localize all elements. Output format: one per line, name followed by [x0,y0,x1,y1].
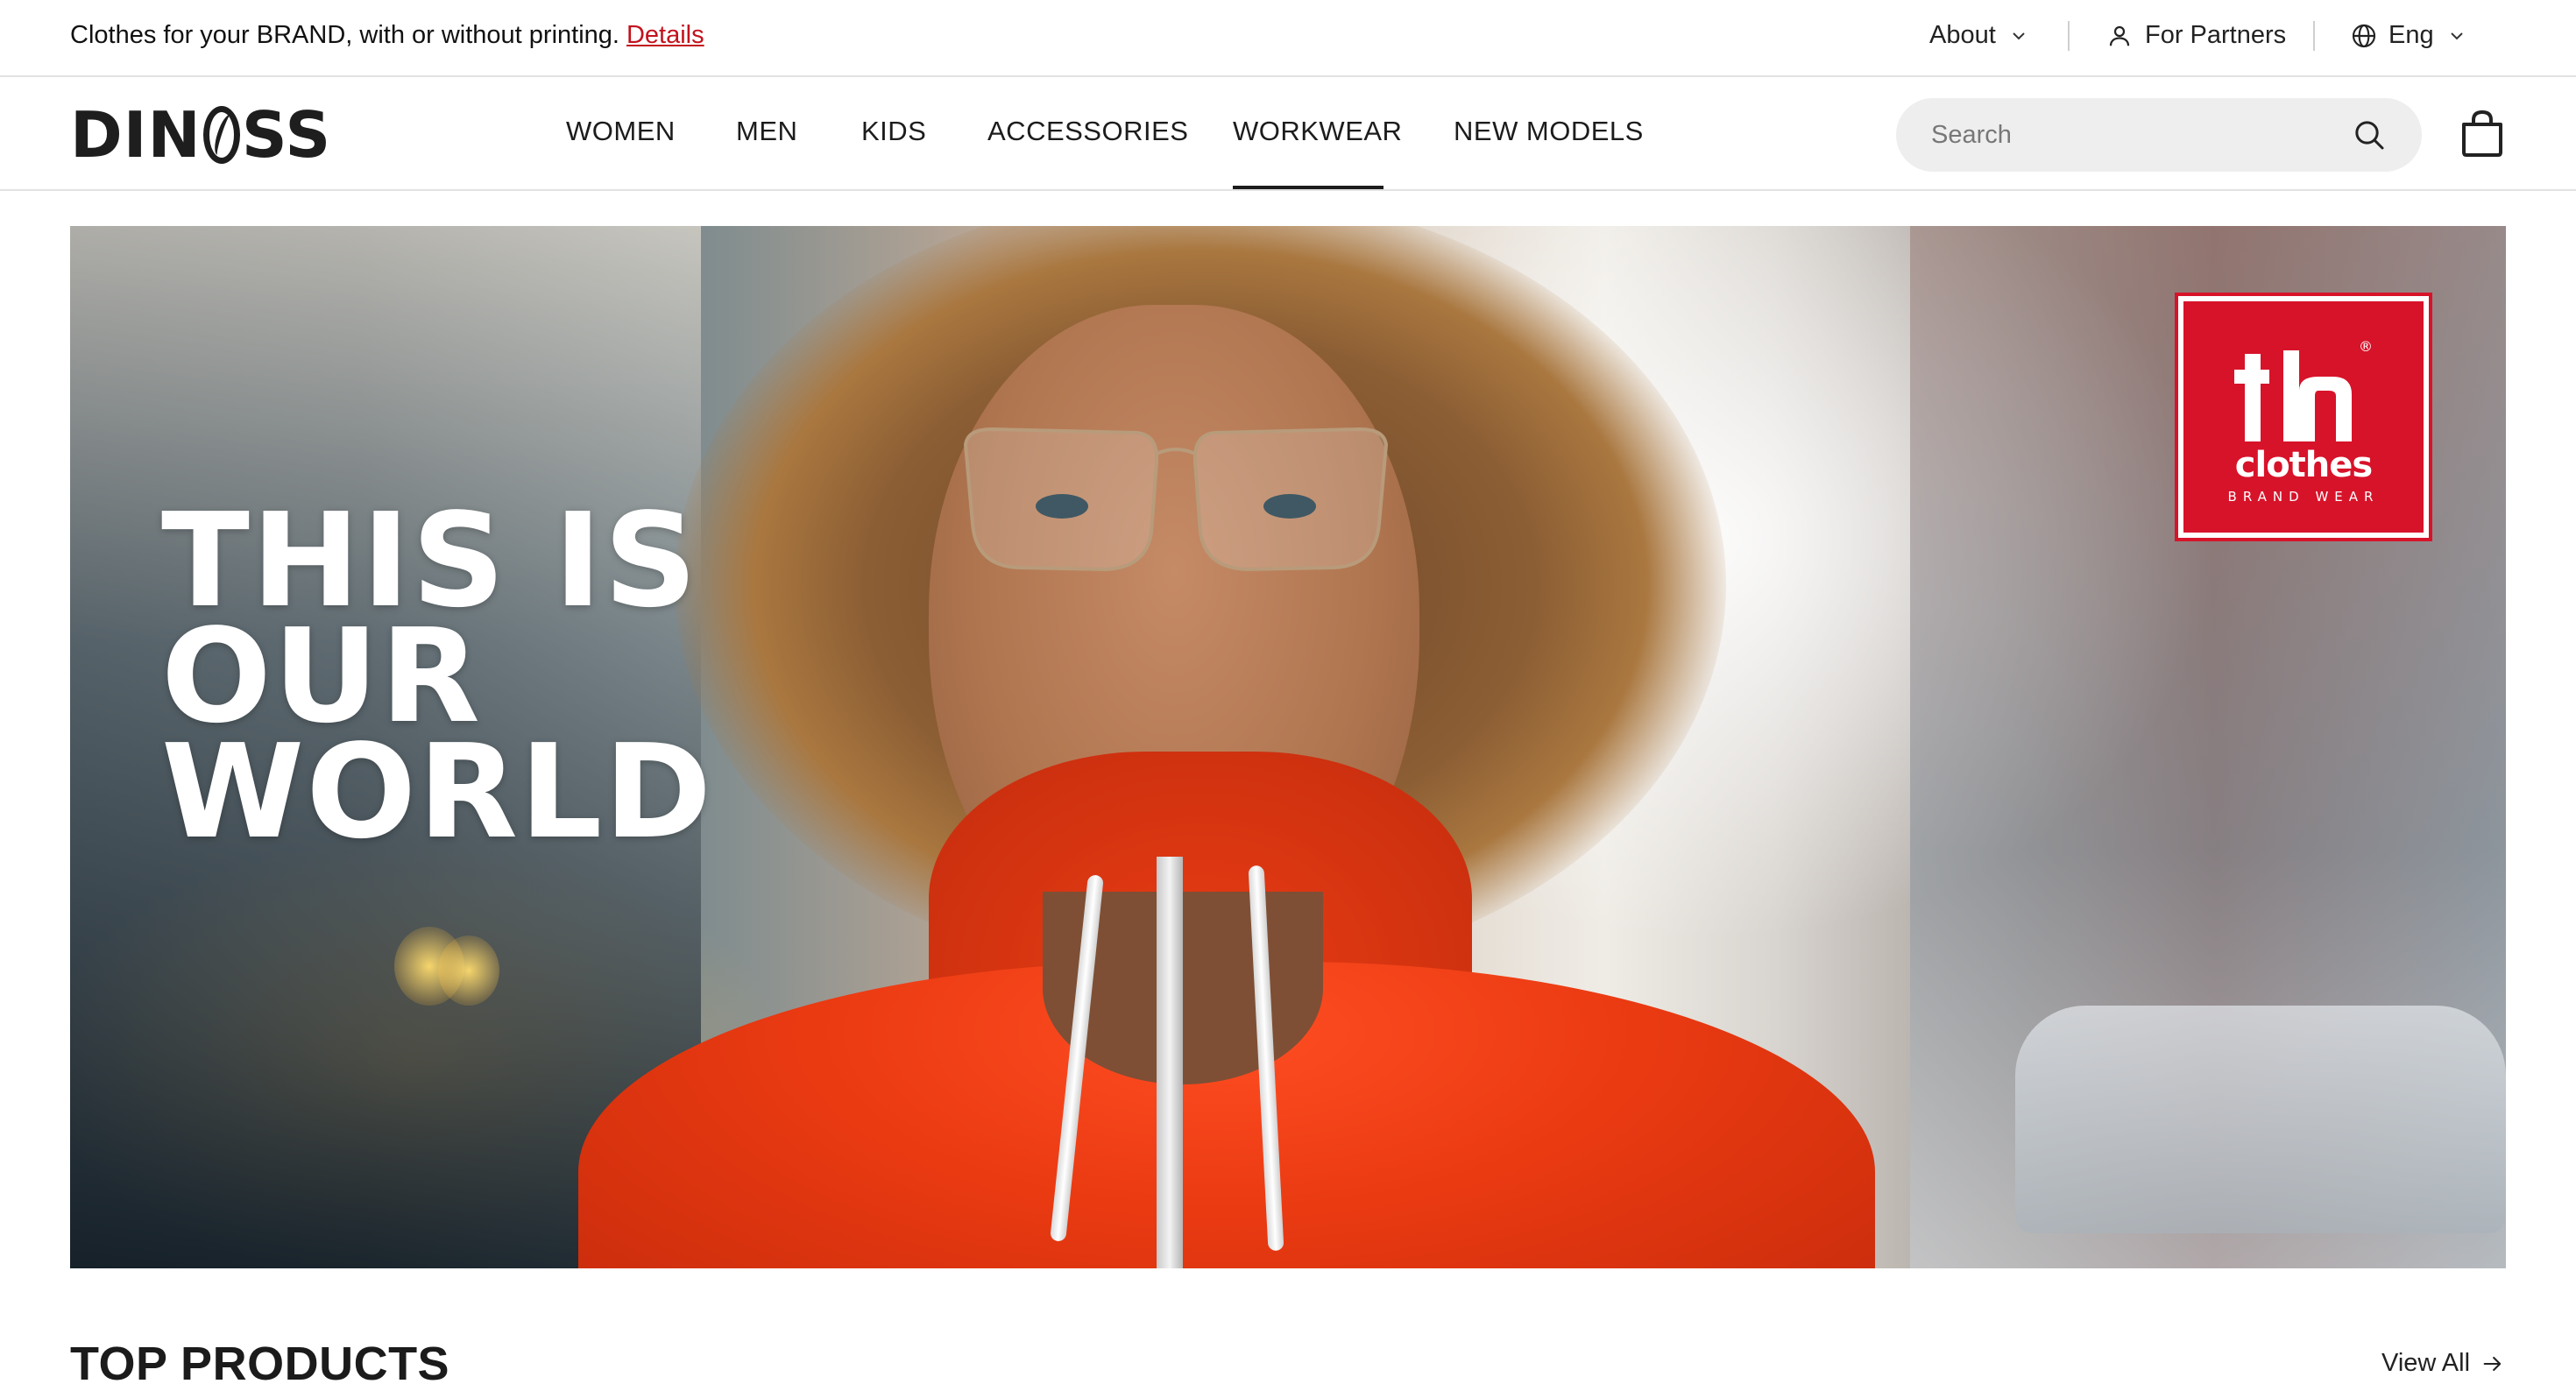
user-icon [2109,25,2130,46]
nav-item-accessories[interactable]: ACCESSORIES [987,116,1188,147]
logo-text-left: DIN [70,98,202,172]
brand-subtitle: BRAND WEAR [2227,489,2380,505]
brand-badge: ® clothes BRAND WEAR [2175,293,2432,541]
nav-item-women[interactable]: WOMEN [566,116,676,147]
headline-line: WORLD [161,717,714,867]
for-partners-label: For Partners [2145,21,2287,49]
language-label: Eng [2388,21,2434,49]
logo-text-right: SS [241,98,332,172]
about-label: About [1929,21,1996,49]
brand-name: clothes [2234,445,2373,485]
nav-item-men[interactable]: MEN [736,116,797,147]
announcement: Clothes for your BRAND, with or without … [70,21,704,50]
announcement-text: Clothes for your BRAND, with or without … [70,21,619,49]
language-selector[interactable]: Eng [2350,21,2467,50]
hero-headline: THIS IS OUR WORLD [161,496,714,867]
shopping-bag-icon[interactable] [2459,109,2506,158]
jacket-zipper [1157,857,1183,1268]
arrow-right-icon [2483,1356,2502,1371]
chevron-down-icon [2013,32,2025,39]
hero-banner[interactable]: THIS IS OUR WORLD ® clothes BRAND WEAR [70,226,2506,1268]
divider [2068,21,2070,51]
details-link[interactable]: Details [626,21,704,49]
nav-item-kids[interactable]: KIDS [861,116,926,147]
glasses-image [963,427,1389,572]
view-all-label: View All [2381,1349,2471,1377]
divider [2313,21,2315,51]
view-all-link[interactable]: View All [2381,1349,2505,1378]
logo-o-mark [202,106,240,164]
nav-item-workwear[interactable]: WORKWEAR [1233,116,1402,147]
registered-mark: ® [2359,338,2373,355]
search-bar [1896,98,2422,172]
chevron-down-icon [2450,32,2463,39]
section-title: TOP PRODUCTS [70,1338,450,1390]
site-header: DIN SS WOMEN MEN KIDS ACCESSORIES WORKWEA… [0,79,2576,191]
background-car [2015,1006,2506,1233]
logo[interactable]: DIN SS [70,98,332,172]
search-input[interactable] [1931,117,2334,152]
search-icon[interactable] [2352,117,2387,152]
about-menu[interactable]: About [1929,21,2029,50]
nav-item-new-models[interactable]: NEW MODELS [1454,116,1644,147]
globe-icon [2352,24,2376,47]
for-partners-link[interactable]: For Partners [2106,21,2286,50]
announcement-bar: Clothes for your BRAND, with or without … [0,0,2576,77]
bokeh-light [438,936,499,1006]
active-nav-indicator [1233,186,1384,189]
th-brand-mark-icon [2234,350,2352,441]
